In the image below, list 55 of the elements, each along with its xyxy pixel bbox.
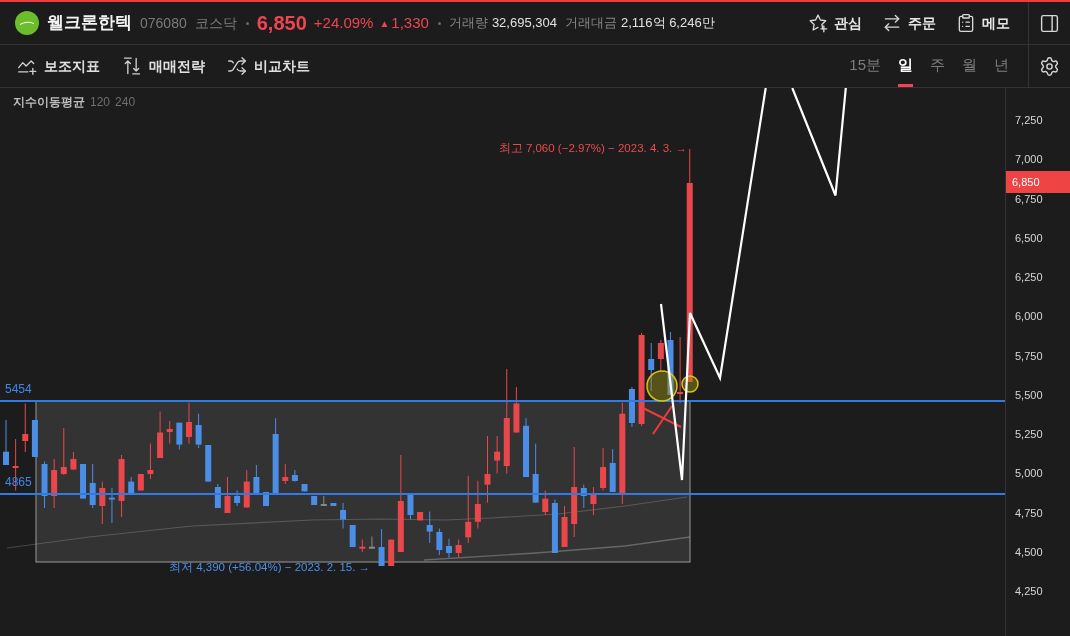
- stat-label: 거래대금: [564, 14, 617, 33]
- change-arrow: ▲: [379, 16, 390, 31]
- chart-tool-button[interactable]: 매매전략: [122, 55, 205, 77]
- period-tab[interactable]: 년: [994, 45, 1009, 87]
- stat-label: 거래량: [448, 14, 488, 33]
- header-action-button[interactable]: 메모: [956, 12, 1010, 34]
- change-rate: +24.09%: [313, 12, 374, 33]
- price-axis-label: 6,750: [1015, 191, 1043, 206]
- price-axis-label: 4,500: [1015, 544, 1043, 559]
- settings-icon: [1039, 55, 1060, 77]
- price-axis-label: 7,000: [1015, 152, 1043, 167]
- market-label: 코스닥: [194, 13, 237, 33]
- company-logo-icon: [15, 11, 39, 35]
- current-price: 6,850: [256, 11, 307, 36]
- price-axis-label: 4,250: [1015, 584, 1043, 598]
- star-plus-icon: [808, 13, 828, 33]
- price-axis-label: 5,000: [1015, 466, 1043, 481]
- period-tab[interactable]: 15분: [849, 45, 881, 87]
- price-axis-label: 7,250: [1015, 113, 1043, 127]
- chart-tool-button[interactable]: 비교차트: [227, 55, 310, 77]
- period-tab[interactable]: 월: [962, 45, 977, 87]
- price-axis-label: 4,750: [1015, 505, 1043, 520]
- current-price-tag: 6,850: [1006, 171, 1070, 193]
- clipboard-icon: [956, 13, 976, 33]
- side-panel-icon: [1039, 12, 1060, 34]
- high-price-note: 최고 7,060 (−2.97%) − 2023. 4. 3. →: [498, 141, 687, 156]
- panel-toggle-button[interactable]: [1038, 12, 1061, 34]
- settings-button[interactable]: [1038, 55, 1061, 77]
- indicator-period: 240: [115, 94, 136, 111]
- price-level-label: 5454: [5, 382, 32, 396]
- price-axis-label: 5,750: [1015, 348, 1043, 363]
- low-price-note: 최저 4,390 (+56.04%) − 2023. 2. 15. →: [169, 560, 371, 575]
- price-axis-label: 6,000: [1015, 309, 1043, 324]
- price-axis-label: 5,500: [1015, 387, 1043, 402]
- stock-code: 076080: [140, 13, 187, 33]
- header-action-button[interactable]: 관심: [808, 12, 862, 34]
- up-down-arrows-icon: [122, 56, 142, 76]
- stat-value: 32,695,304: [491, 14, 557, 33]
- stat-value: 2,116억 6,246만: [620, 14, 715, 33]
- price-axis-label: 5,250: [1015, 427, 1043, 441]
- indicator-label: 지수이동평균: [13, 94, 85, 111]
- price-axis-label: 6,500: [1015, 230, 1043, 245]
- swap-arrows-icon: [882, 13, 902, 33]
- change-amount: 1,330: [391, 12, 429, 33]
- period-tab[interactable]: 주: [930, 45, 945, 87]
- circle-marker: [681, 375, 699, 393]
- shuffle-icon: [227, 56, 247, 76]
- price-axis-label: 6,250: [1015, 270, 1043, 284]
- chart-tool-button[interactable]: 보조지표: [17, 55, 100, 77]
- indicator-period: 120: [90, 94, 111, 111]
- circle-marker: [646, 370, 678, 402]
- cross-mark: [642, 405, 682, 435]
- header-action-button[interactable]: 주문: [882, 12, 936, 34]
- stock-name: 웰크론한텍: [47, 12, 132, 35]
- period-tab[interactable]: 일: [898, 45, 913, 87]
